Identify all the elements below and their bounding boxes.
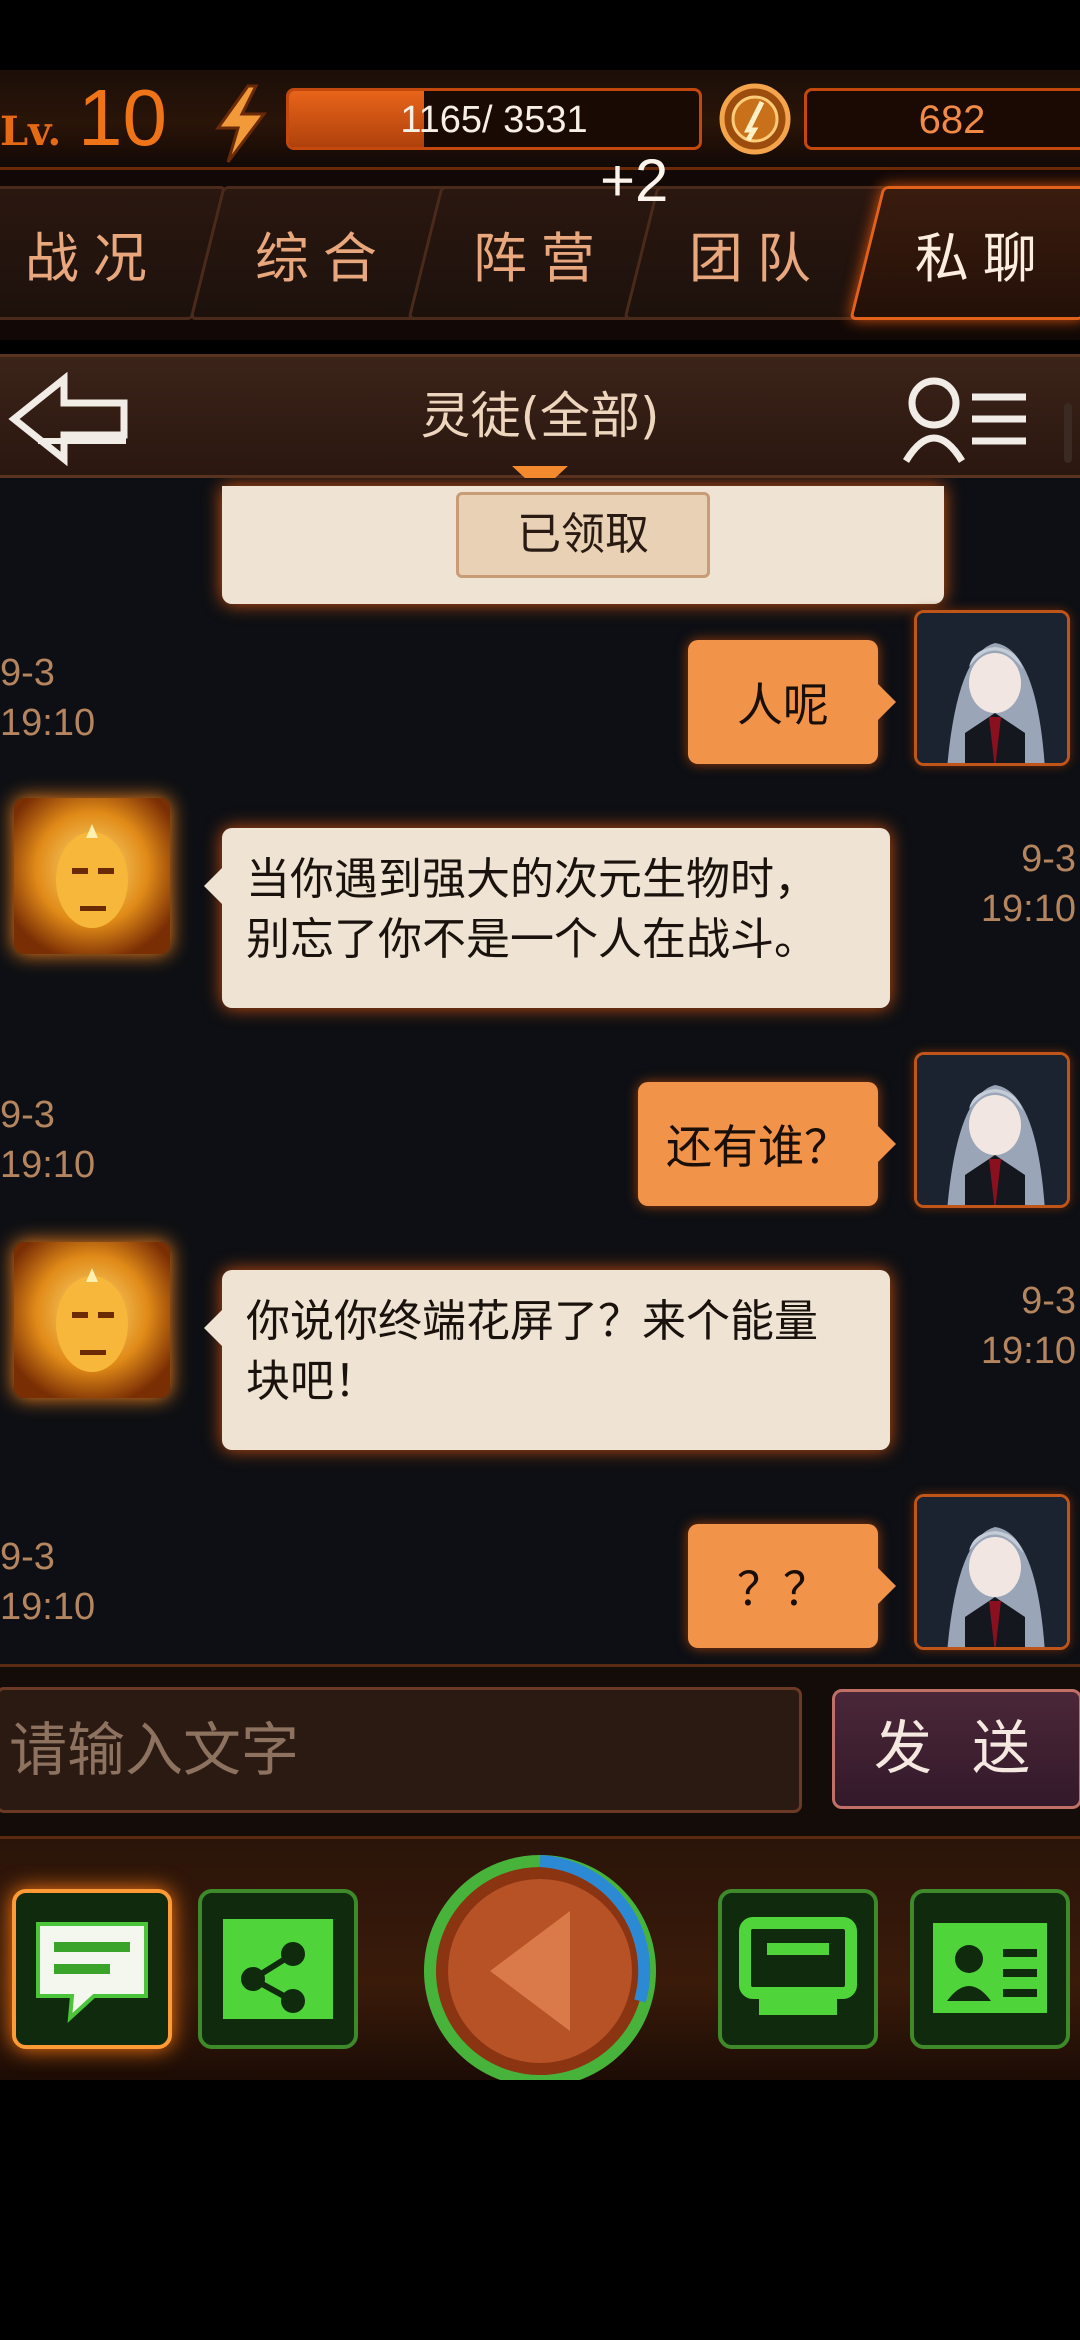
- message-line: 块吧！: [246, 1356, 378, 1407]
- message-text: ？？: [737, 1562, 829, 1616]
- scroll-indicator: [1064, 403, 1072, 463]
- chat-icon: [36, 1922, 148, 2023]
- notification-badge: +2: [600, 147, 669, 214]
- message-timestamp: 9-3 19:10: [956, 834, 1076, 934]
- tab-label: 阵营: [473, 226, 609, 290]
- system-reward-card: 已领取: [222, 486, 944, 604]
- message-timestamp: 9-3 19:10: [0, 1532, 95, 1632]
- nav-chat-button[interactable]: [12, 1889, 172, 2049]
- message-timestamp: 9-3 19:10: [956, 1276, 1076, 1376]
- message-text: 人呢: [737, 678, 829, 732]
- message-time: 19:10: [980, 888, 1076, 930]
- outgoing-message-bubble[interactable]: 人呢: [688, 640, 896, 764]
- tab-label: 综合: [255, 226, 391, 290]
- top-hud: Lv. 10 1165/ 3531 682: [0, 70, 1080, 240]
- energy-bar: 1165/ 3531: [286, 88, 702, 150]
- message-date: 9-3: [0, 652, 55, 694]
- center-globe-icon[interactable]: [420, 1851, 660, 2091]
- message-text: 还有谁？: [666, 1120, 850, 1174]
- incoming-message-bubble[interactable]: 你说你终端花屏了？来个能量 块吧！: [204, 1270, 890, 1450]
- outgoing-message-bubble[interactable]: ？？: [688, 1524, 896, 1648]
- chat-header: 灵徒(全部): [0, 354, 1080, 478]
- lightning-icon: [215, 84, 267, 163]
- bottom-nav: [0, 1836, 1080, 2087]
- message-line: 别忘了你不是一个人在战斗。: [246, 914, 818, 965]
- message-timestamp: 9-3 19:10: [0, 648, 95, 748]
- terminal-icon: [739, 1917, 857, 2015]
- share-icon: [223, 1919, 333, 2019]
- crystal-coin-icon[interactable]: [718, 82, 792, 156]
- message-timestamp: 9-3 19:10: [0, 1090, 95, 1190]
- bottom-blank-area: [0, 2080, 1080, 2340]
- npc-avatar[interactable]: [14, 798, 170, 954]
- level-label: Lv.: [0, 108, 62, 155]
- golden-face-avatar-icon: [14, 1242, 170, 1398]
- tab-private-chat[interactable]: 私聊: [849, 186, 1080, 320]
- tab-label: 私聊: [915, 226, 1051, 290]
- chat-messages[interactable]: 已领取 9-3 19:10 人呢 9-3 19:10 当你遇到强大的次元生物时，…: [0, 478, 1080, 1664]
- contact-list-icon[interactable]: [900, 369, 1030, 469]
- tab-label: 团队: [689, 226, 825, 290]
- self-avatar[interactable]: [914, 610, 1070, 766]
- message-time: 19:10: [0, 702, 96, 744]
- message-date: 9-3: [1021, 838, 1076, 880]
- anime-girl-avatar-icon: [917, 1497, 1067, 1647]
- anime-girl-avatar-icon: [917, 613, 1067, 763]
- incoming-message-bubble[interactable]: 当你遇到强大的次元生物时， 别忘了你不是一个人在战斗。: [204, 828, 890, 1008]
- tab-battle-report[interactable]: 战况: [0, 186, 227, 320]
- send-button[interactable]: 发送: [832, 1689, 1080, 1809]
- message-time: 19:10: [0, 1144, 96, 1186]
- message-date: 9-3: [0, 1094, 55, 1136]
- anime-girl-avatar-icon: [917, 1055, 1067, 1205]
- level-value: 10: [78, 73, 167, 162]
- message-line: 你说你终端花屏了？来个能量: [246, 1296, 818, 1347]
- message-time: 19:10: [0, 1586, 96, 1628]
- currency-value: 682: [918, 98, 986, 142]
- nav-terminal-button[interactable]: [718, 1889, 878, 2049]
- message-line: 当你遇到强大的次元生物时，: [246, 854, 818, 905]
- message-time: 19:10: [980, 1330, 1076, 1372]
- message-input[interactable]: [0, 1687, 802, 1813]
- tab-label: 战况: [25, 226, 161, 290]
- status-bar: [0, 0, 1080, 70]
- channel-tabs: 战况 综合 阵营 团队 私聊: [0, 170, 1080, 340]
- energy-text: 1165/ 3531: [400, 99, 588, 141]
- contact-card-icon: [933, 1923, 1047, 2013]
- outgoing-message-bubble[interactable]: 还有谁？: [638, 1082, 896, 1206]
- self-avatar[interactable]: [914, 1052, 1070, 1208]
- message-input-row: 发送: [0, 1664, 1080, 1836]
- golden-face-avatar-icon: [14, 798, 170, 954]
- self-avatar[interactable]: [914, 1494, 1070, 1650]
- npc-avatar[interactable]: [14, 1242, 170, 1398]
- message-date: 9-3: [0, 1536, 55, 1578]
- nav-contact-button[interactable]: [910, 1889, 1070, 2049]
- currency-box: 682: [804, 88, 1080, 150]
- message-date: 9-3: [1021, 1280, 1076, 1322]
- claimed-button[interactable]: 已领取: [456, 492, 710, 578]
- nav-share-button[interactable]: [198, 1889, 358, 2049]
